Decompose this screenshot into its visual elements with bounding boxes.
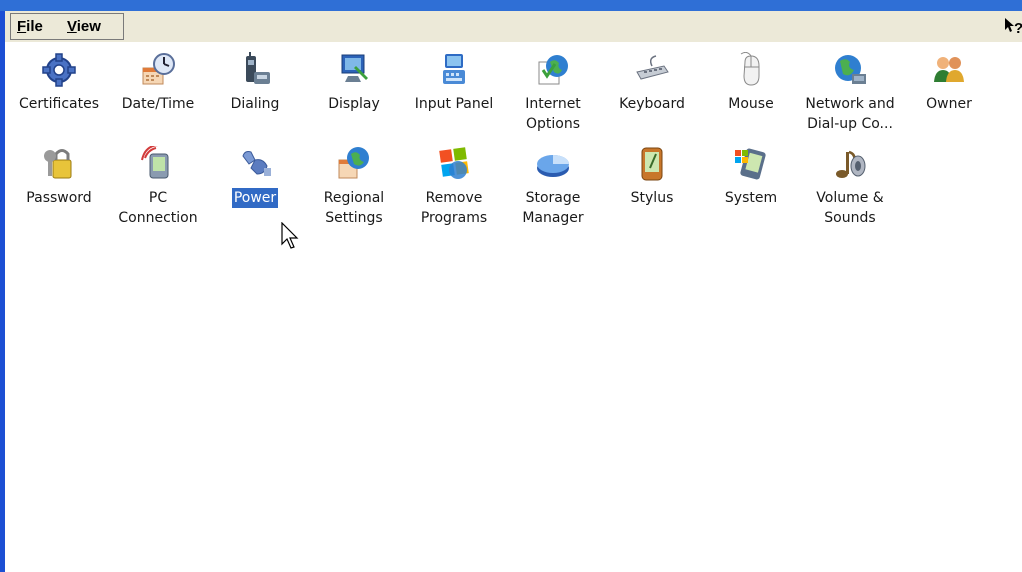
power-plug-icon bbox=[242, 151, 271, 176]
menu-file-mnemonic: F bbox=[17, 18, 27, 35]
internet-options-globe-icon bbox=[538, 55, 568, 85]
control-panel-item-label: Date/Time bbox=[121, 96, 195, 112]
control-panel-content: Certificates Date/Time Dialing Display Input… bbox=[5, 42, 1022, 572]
owner-users-icon bbox=[934, 57, 964, 82]
control-panel-item-label: Display bbox=[328, 96, 380, 112]
control-panel-item-label: System bbox=[724, 190, 778, 206]
network-globe-icon bbox=[835, 55, 866, 84]
control-panel-item[interactable]: Password bbox=[9, 141, 109, 208]
mouse-pointer-icon bbox=[281, 222, 299, 249]
password-keys-icon bbox=[44, 149, 72, 179]
control-panel-item[interactable]: Dialing bbox=[205, 47, 305, 114]
control-panel-item[interactable]: Volume & Sounds bbox=[800, 141, 900, 228]
control-panel-item-label: Mouse bbox=[728, 96, 774, 112]
control-panel-item-label: Network and Dial-up Co... bbox=[805, 96, 895, 132]
menu-file-rest: ile bbox=[26, 18, 43, 35]
control-panel-item[interactable]: Storage Manager bbox=[503, 141, 603, 228]
remove-programs-icon bbox=[439, 147, 469, 179]
control-panel-item-label: Remove Programs bbox=[420, 190, 488, 226]
help-question-icon: ? bbox=[1005, 18, 1022, 37]
control-panel-item[interactable]: Input Panel bbox=[404, 47, 504, 114]
control-panel-item[interactable]: Keyboard bbox=[602, 47, 702, 114]
menu-view-rest: iew bbox=[76, 18, 101, 35]
title-bar bbox=[0, 0, 1022, 11]
volume-sounds-icon bbox=[836, 150, 866, 178]
input-panel-icon bbox=[443, 54, 465, 84]
keyboard-icon bbox=[636, 55, 669, 80]
dialing-phone-icon bbox=[246, 52, 270, 84]
control-panel-item-label: Storage Manager bbox=[522, 190, 584, 226]
control-panel-item[interactable]: Stylus bbox=[602, 141, 702, 208]
regional-settings-globe-icon bbox=[338, 147, 369, 179]
control-panel-item[interactable]: PC Connection bbox=[108, 141, 208, 228]
control-panel-item[interactable]: Internet Options bbox=[503, 47, 603, 134]
menu-file[interactable]: File bbox=[17, 18, 43, 35]
control-panel-item[interactable]: Power bbox=[205, 141, 305, 208]
control-panel-item[interactable]: Owner bbox=[899, 47, 999, 114]
control-panel-item-label: Keyboard bbox=[619, 96, 685, 112]
control-panel-item[interactable]: Regional Settings bbox=[304, 141, 404, 228]
control-panel-item-label: Dialing bbox=[230, 96, 280, 112]
control-panel-item[interactable]: Certificates bbox=[9, 47, 109, 114]
mouse-icon bbox=[740, 52, 760, 86]
control-panel-item-label: Volume & Sounds bbox=[816, 190, 884, 226]
control-panel-item[interactable]: Network and Dial-up Co... bbox=[800, 47, 900, 134]
help-button[interactable]: ? bbox=[1004, 13, 1022, 39]
pc-connection-icon bbox=[141, 146, 169, 179]
control-panel-item[interactable]: Date/Time bbox=[108, 47, 208, 114]
storage-manager-pie-icon bbox=[537, 155, 569, 177]
menu-view-mnemonic: V bbox=[67, 18, 77, 35]
control-panel-item-label: Certificates bbox=[18, 96, 99, 112]
control-panel-item-label: Stylus bbox=[630, 190, 674, 206]
system-device-icon bbox=[735, 148, 766, 180]
control-panel-item-label: PC Connection bbox=[118, 190, 198, 226]
svg-text:?: ? bbox=[1014, 20, 1022, 37]
control-panel-item-label: Power bbox=[231, 188, 279, 208]
stylus-device-icon bbox=[641, 147, 663, 181]
control-panel-item-label: Owner bbox=[926, 96, 972, 112]
date-time-clock-icon bbox=[142, 53, 175, 85]
certificates-gear-icon bbox=[42, 53, 76, 87]
control-panel-item-label: Regional Settings bbox=[323, 190, 385, 226]
control-panel-item-label: Password bbox=[26, 190, 92, 206]
control-panel-item-label: Internet Options bbox=[525, 96, 581, 132]
display-monitor-icon bbox=[341, 54, 368, 82]
control-panel-item-label: Input Panel bbox=[414, 96, 494, 112]
menu-group: File View bbox=[10, 13, 124, 40]
menu-bar: File View ? bbox=[5, 11, 1022, 42]
control-panel-item[interactable]: Remove Programs bbox=[404, 141, 504, 228]
control-panel-item[interactable]: Mouse bbox=[701, 47, 801, 114]
control-panel-item[interactable]: Display bbox=[304, 47, 404, 114]
control-panel-item[interactable]: System bbox=[701, 141, 801, 208]
menu-view[interactable]: View bbox=[67, 18, 101, 35]
